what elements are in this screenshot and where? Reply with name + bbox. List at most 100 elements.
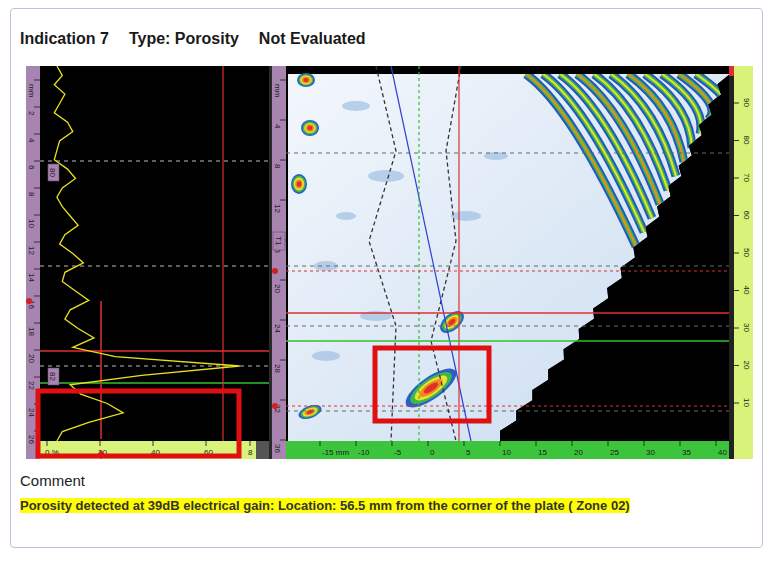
svg-text:8: 8: [273, 164, 282, 169]
indication-blob: [297, 73, 315, 87]
percent-tick: 30: [734, 323, 751, 332]
index-tick: 30: [644, 441, 655, 457]
report-page: Indication 7 Type: Porosity Not Evaluated m…: [0, 0, 773, 561]
reference-cursor: [286, 312, 729, 314]
index-cursor: [458, 66, 459, 441]
index-tick: 25: [608, 441, 619, 457]
svg-text:4: 4: [273, 124, 282, 129]
indication-type: Type: Porosity: [129, 29, 239, 49]
cursor-label: 82: [48, 368, 59, 385]
index-tick: 10: [500, 441, 511, 457]
svg-text:10: 10: [27, 219, 36, 228]
depth-tick: mm: [273, 80, 286, 98]
scan-view: mm246810121416182022242680820 %2040608mm…: [26, 66, 753, 459]
svg-text:10: 10: [502, 448, 511, 457]
grid-line: [286, 153, 729, 154]
depth-tick: 36: [273, 440, 286, 453]
depth-tick: 32: [273, 400, 286, 413]
svg-text:30: 30: [742, 323, 751, 332]
a-scan-waveform: [54, 66, 240, 441]
depth-tick: 4: [27, 134, 40, 143]
svg-text:T1: T1: [274, 236, 283, 246]
ruler-end: [256, 441, 269, 459]
index-tick: 40: [716, 441, 727, 457]
svg-text:12: 12: [27, 246, 36, 255]
svg-text:5: 5: [466, 448, 471, 457]
ruler-marker: [272, 403, 278, 409]
depth-tick: 18: [27, 323, 40, 336]
gate-line: [222, 66, 223, 441]
svg-text:22: 22: [27, 381, 36, 390]
indication-blob: [301, 120, 319, 136]
measure-cursor: [286, 340, 729, 342]
s-scan-depth-ruler: [272, 66, 286, 459]
indication-status: Not Evaluated: [259, 29, 366, 49]
comment-text: Porosity detected at 39dB electrical gai…: [20, 497, 753, 515]
percent-tick: 70: [734, 173, 751, 182]
svg-text:12: 12: [273, 204, 282, 213]
percent-tick: 80: [734, 136, 751, 145]
svg-text:35: 35: [682, 448, 691, 457]
svg-text:-5: -5: [394, 448, 402, 457]
svg-text:40: 40: [742, 286, 751, 295]
measure-cursor: [40, 382, 269, 384]
depth-tick: 28: [273, 360, 286, 373]
svg-text:-15 mm: -15 mm: [322, 448, 349, 457]
comment-label: Comment: [20, 471, 753, 491]
beam-outline: [431, 66, 461, 441]
svg-text:0: 0: [430, 448, 435, 457]
scale-strip: [729, 66, 734, 459]
svg-text:-10: -10: [358, 448, 370, 457]
svg-text:26: 26: [27, 435, 36, 444]
depth-tick: 12: [27, 242, 40, 255]
index-tick: 5: [464, 441, 471, 457]
svg-text:24: 24: [27, 408, 36, 417]
svg-text:2: 2: [27, 111, 36, 116]
depth-tick: 2: [27, 107, 40, 116]
indication-card: Indication 7 Type: Porosity Not Evaluated m…: [10, 8, 763, 548]
figure-ground: [26, 66, 753, 459]
svg-text:15: 15: [538, 448, 547, 457]
indication-blob: [291, 174, 307, 194]
indication-blob: [436, 307, 468, 337]
svg-text:mm: mm: [27, 84, 36, 98]
ruler-marker: [272, 268, 278, 274]
svg-text:28: 28: [273, 364, 282, 373]
svg-text:6: 6: [27, 165, 36, 170]
percent-tick: 50: [734, 248, 751, 257]
index-tick: -15 mm: [320, 441, 349, 457]
svg-text:90: 90: [742, 98, 751, 107]
indication-title: Indication 7: [20, 29, 109, 49]
svg-text:24: 24: [273, 324, 282, 333]
scale-marker: [729, 66, 734, 76]
grid-line: [286, 266, 729, 267]
svg-text:20: 20: [742, 361, 751, 370]
depth-tick: 20: [27, 350, 40, 363]
svg-text:10: 10: [742, 398, 751, 407]
percent-tick: 60: [734, 211, 751, 220]
s-scan-plot: [286, 66, 729, 441]
index-tick: 0: [428, 441, 435, 457]
amplitude-tick: 8: [248, 441, 253, 457]
beam-line: [391, 66, 471, 441]
index-cursor: [418, 66, 419, 441]
s-scan-index-ruler: [286, 441, 729, 459]
svg-text:70: 70: [742, 173, 751, 182]
depth-tick: 14: [27, 269, 40, 282]
annotation-box: [38, 391, 239, 456]
depth-tick: 16: [27, 296, 40, 309]
svg-text:4: 4: [27, 138, 36, 143]
a-scan: mm246810121416182022242680820 %2040608: [26, 66, 269, 459]
svg-text:50: 50: [742, 248, 751, 257]
depth-tick: 22: [27, 377, 40, 390]
depth-tick: 8: [273, 160, 286, 169]
depth-tick: 24: [273, 320, 286, 333]
scan-figure: mm246810121416182022242680820 %2040608mm…: [26, 66, 753, 459]
a-scan-plot: [40, 66, 269, 441]
index-tick: 15: [536, 441, 547, 457]
svg-text:36: 36: [273, 444, 282, 453]
annotation-box: [375, 348, 489, 421]
depth-tick: 4: [273, 120, 286, 129]
svg-text:20: 20: [574, 448, 583, 457]
ruler-marker: [26, 298, 32, 304]
